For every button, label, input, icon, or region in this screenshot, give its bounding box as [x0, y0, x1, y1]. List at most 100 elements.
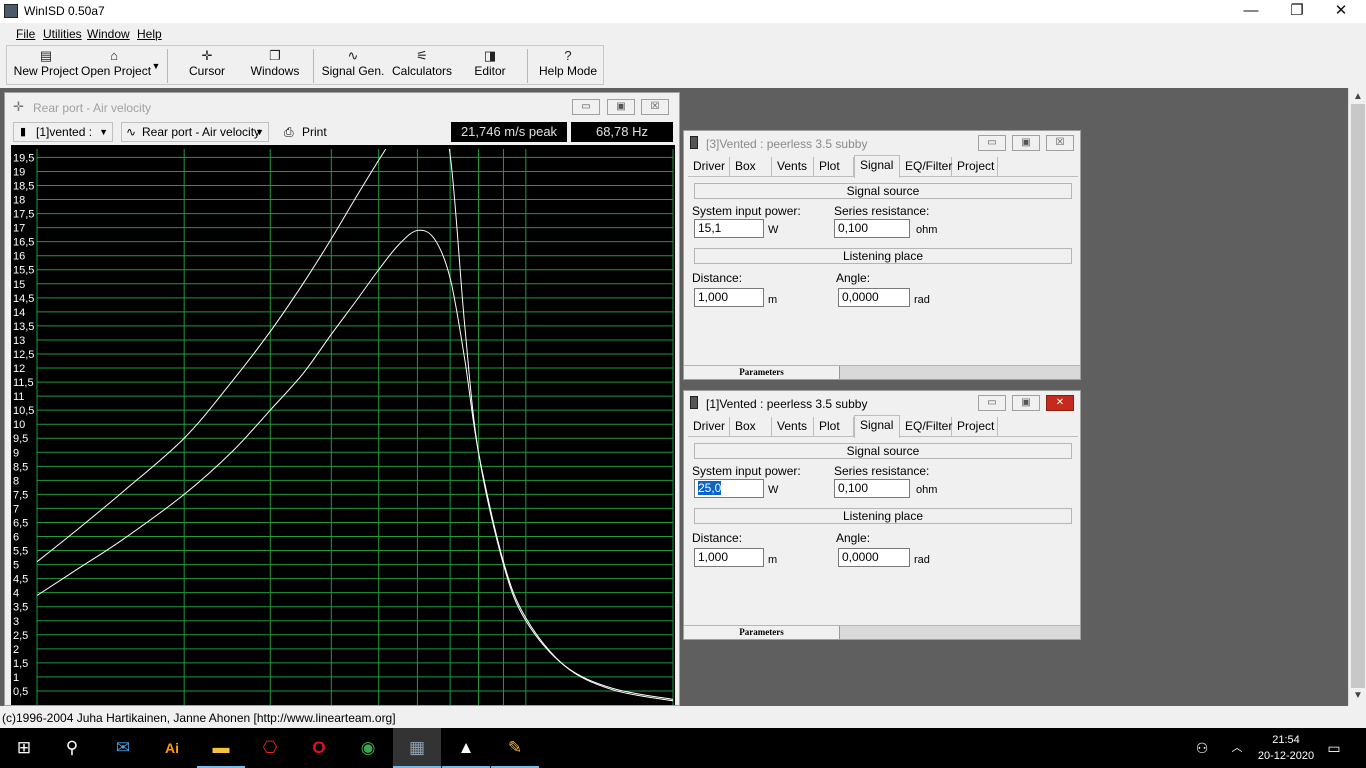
system-input-power-field[interactable]: 15,1	[694, 219, 764, 238]
editor-button[interactable]: ◨ Editor	[465, 48, 515, 84]
calculator-icon: ⚟	[416, 48, 428, 63]
y-tick-label: 18,5	[13, 181, 34, 193]
series-resistance-field[interactable]: 0,100	[834, 479, 910, 498]
signal-source-header: Signal source	[694, 443, 1072, 459]
graph-minimize-button[interactable]: ▭	[572, 99, 600, 115]
winisd-app-icon[interactable]: ▦	[393, 728, 441, 768]
parameters-tab[interactable]: Parameters	[684, 366, 840, 379]
clock-date: 20-12-2020	[1257, 750, 1315, 762]
menu-file[interactable]: File	[16, 27, 35, 41]
scroll-up-icon[interactable]: ▲	[1353, 91, 1363, 102]
windows-button[interactable]: ❐ Windows	[245, 48, 305, 84]
title-bar: WinISD 0.50a7 — ❐ ✕	[0, 0, 1366, 23]
distance-label: Distance:	[692, 531, 743, 545]
windows-icon: ❐	[269, 48, 281, 63]
y-tick-label: 19	[13, 166, 25, 178]
tab-driver[interactable]: Driver	[688, 417, 730, 437]
open-project-button[interactable]: ⌂ Open Project	[81, 48, 151, 84]
project-icon	[690, 396, 698, 409]
start-button[interactable]: ⊞	[0, 728, 48, 768]
chrome-app-icon[interactable]: ◉	[344, 728, 392, 768]
people-icon[interactable]: ⚇	[1190, 728, 1214, 768]
tab-project[interactable]: Project	[952, 157, 998, 177]
vertical-scrollbar[interactable]: ▲ ▼	[1348, 88, 1366, 706]
graph-maximize-button[interactable]: ▣	[607, 99, 635, 115]
params-minimize-button[interactable]: ▭	[978, 135, 1006, 151]
parameters-tab[interactable]: Parameters	[684, 626, 840, 639]
menu-help[interactable]: Help	[137, 27, 162, 41]
acrobat-app-icon[interactable]: ⎔	[246, 728, 294, 768]
y-tick-label: 6,5	[13, 517, 28, 529]
tab-vents[interactable]: Vents	[772, 417, 814, 437]
y-tick-label: 11,5	[13, 377, 34, 389]
y-tick-label: 17,5	[13, 209, 34, 221]
graph-close-button[interactable]: ☒	[641, 99, 669, 115]
params-close-button[interactable]: ✕	[1046, 395, 1074, 411]
y-tick-label: 13	[13, 335, 25, 347]
tab-project[interactable]: Project	[952, 417, 998, 437]
tab-plot[interactable]: Plot	[814, 417, 854, 437]
menu-window[interactable]: Window	[87, 27, 130, 41]
paint-app-icon[interactable]: ✎	[491, 728, 539, 768]
tab-driver[interactable]: Driver	[688, 157, 730, 177]
tab-signal[interactable]: Signal	[854, 415, 900, 438]
tab-eq-filter[interactable]: EQ/Filter	[900, 417, 952, 437]
angle-field[interactable]: 0,0000	[838, 548, 910, 567]
menu-utilities[interactable]: Utilities	[43, 27, 82, 41]
y-tick-label: 4	[13, 588, 19, 600]
close-button[interactable]: ✕	[1318, 0, 1364, 23]
search-icon[interactable]: ⚲	[48, 728, 96, 768]
mail-app-icon[interactable]: ✉	[99, 728, 147, 768]
y-tick-label: 14,5	[13, 293, 34, 305]
system-input-power-field[interactable]: 25,0	[694, 479, 764, 498]
ohm-unit-label: ohm	[916, 484, 938, 496]
distance-field[interactable]: 1,000	[694, 548, 764, 567]
params-minimize-button[interactable]: ▭	[978, 395, 1006, 411]
params-tabs: Driver Box Vents Plot Signal EQ/Filter P…	[688, 155, 1078, 178]
params-window-1-titlebar[interactable]: [1]Vented : peerless 3.5 subby ▭ ▣ ✕	[684, 391, 1080, 415]
file-explorer-icon[interactable]: ▬	[197, 728, 245, 768]
project-select[interactable]: ▮ [1]vented : ▼	[13, 122, 113, 142]
system-clock[interactable]: 21:54 20-12-2020	[1252, 732, 1320, 764]
params-maximize-button[interactable]: ▣	[1012, 135, 1040, 151]
angle-field[interactable]: 0,0000	[838, 288, 910, 307]
scroll-thumb[interactable]	[1351, 104, 1365, 688]
calculators-button[interactable]: ⚟ Calculators	[391, 48, 453, 84]
graph-window-titlebar[interactable]: ✛ Rear port - Air velocity ▭ ▣ ☒	[5, 93, 679, 121]
distance-field[interactable]: 1,000	[694, 288, 764, 307]
photos-app-icon[interactable]: ▲	[442, 728, 490, 768]
params-close-button[interactable]: ☒	[1046, 135, 1074, 151]
opera-app-icon[interactable]: O	[295, 728, 343, 768]
plot-type-select[interactable]: ∿ Rear port - Air velocity ▼	[121, 122, 269, 142]
y-tick-label: 15	[13, 279, 25, 291]
new-project-button[interactable]: ▤ New Project	[13, 48, 79, 84]
print-button[interactable]: ⎙ Print	[279, 122, 349, 142]
open-project-dropdown-icon[interactable]: ▼	[149, 48, 163, 84]
help-mode-button[interactable]: ? Help Mode	[535, 48, 601, 84]
y-tick-label: 2	[13, 644, 19, 656]
series-resistance-field[interactable]: 0,100	[834, 219, 910, 238]
tab-box[interactable]: Box	[730, 157, 772, 177]
tab-box[interactable]: Box	[730, 417, 772, 437]
tab-signal[interactable]: Signal	[854, 155, 900, 178]
y-tick-label: 18	[13, 195, 25, 207]
tab-eq-filter[interactable]: EQ/Filter	[900, 157, 952, 177]
notifications-icon[interactable]: ▭	[1322, 728, 1346, 768]
signal-gen-button[interactable]: ∿ Signal Gen.	[321, 48, 385, 84]
graph-toolbar: ▮ [1]vented : ▼ ∿ Rear port - Air veloci…	[11, 121, 675, 143]
illustrator-app-icon[interactable]: Ai	[148, 728, 196, 768]
tab-plot[interactable]: Plot	[814, 157, 854, 177]
chevron-up-icon[interactable]: ︿	[1228, 728, 1246, 768]
params-maximize-button[interactable]: ▣	[1012, 395, 1040, 411]
scroll-down-icon[interactable]: ▼	[1353, 690, 1363, 701]
y-tick-label: 12	[13, 363, 25, 375]
y-tick-label: 2,5	[13, 630, 28, 642]
series-line-2	[36, 229, 674, 702]
air-velocity-chart[interactable]: 0,5 1 1,5 2 2,5 3 3,5 4 4,5 5 5,5 6 6,5 7 7,5 8 8,5 9 9,5 1…	[11, 95, 675, 705]
cursor-button[interactable]: ✛ Cursor	[177, 48, 237, 84]
editor-icon: ◨	[483, 48, 497, 63]
params-window-3-titlebar[interactable]: [3]Vented : peerless 3.5 subby ▭ ▣ ☒	[684, 131, 1080, 155]
minimize-button[interactable]: —	[1228, 0, 1274, 23]
tab-vents[interactable]: Vents	[772, 157, 814, 177]
restore-button[interactable]: ❐	[1274, 0, 1320, 23]
